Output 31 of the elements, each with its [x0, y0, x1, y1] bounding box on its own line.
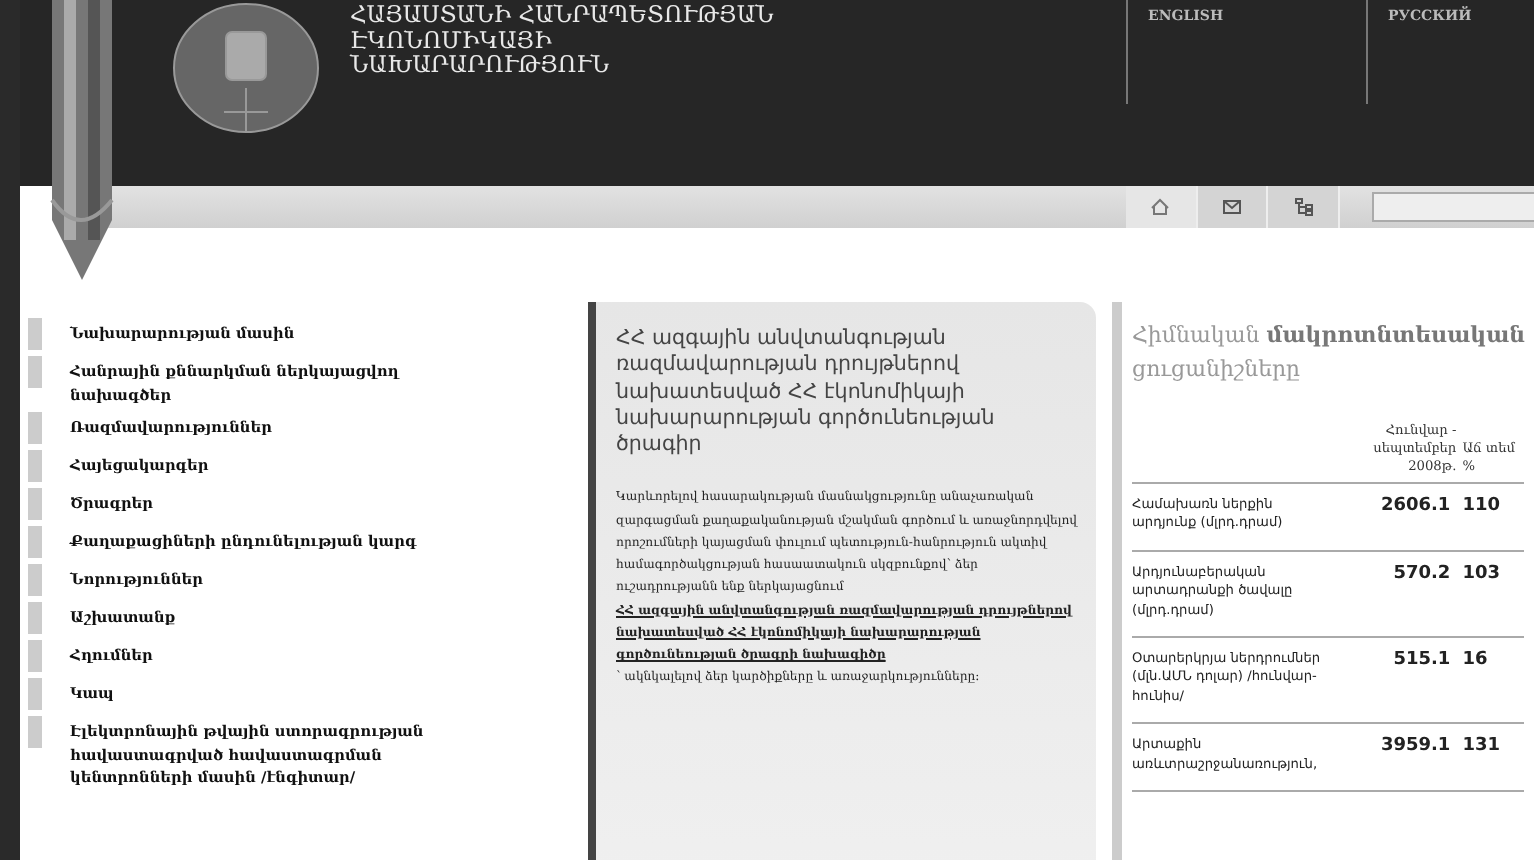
home-icon — [1150, 198, 1171, 216]
growth-value: 131 — [1462, 723, 1524, 792]
indicator-value: 2606.1 — [1332, 483, 1463, 551]
menu-marker — [28, 564, 42, 596]
home-button[interactable] — [1126, 186, 1198, 228]
menu-marker — [28, 450, 42, 482]
sitemap-icon — [1293, 198, 1314, 216]
ministry-title: ՆԱԽԱՐԱՐՈՒԹՅՈՒՆ — [350, 52, 611, 77]
program-title: ՀՀ ազգային անվտանգության ռազմավարության դրույթներով նախատեսված ՀՀ էկոնոմիկայի նախարարության գործունեության ծրագիր — [616, 326, 997, 459]
menu-marker — [28, 318, 42, 350]
search-field[interactable] — [1372, 192, 1534, 222]
mail-button[interactable] — [1197, 186, 1269, 228]
menu-marker — [28, 412, 42, 444]
menu-marker — [28, 356, 42, 388]
envelope-icon — [1222, 198, 1242, 216]
growth-value: 110 — [1462, 483, 1524, 551]
menu-marker — [28, 640, 42, 672]
indicator-value: 515.1 — [1332, 637, 1463, 724]
indicator-value: 570.2 — [1332, 550, 1463, 638]
menu-marker — [28, 526, 42, 558]
ministry-title: ԷԿՈՆՈՄԻԿԱՅԻ — [350, 27, 554, 52]
sitemap-button[interactable] — [1268, 186, 1341, 228]
growth-value: 16 — [1462, 637, 1524, 724]
menu-marker — [28, 602, 42, 634]
indicators-title: Հիմնական մակրոտնտեսական ցուցանիշները — [1132, 320, 1528, 386]
menu-marker — [28, 716, 42, 748]
menu-marker — [28, 488, 42, 520]
menu-marker — [28, 678, 42, 710]
growth-value: 103 — [1462, 550, 1524, 638]
indicator-value: 3959.1 — [1332, 723, 1463, 792]
ministry-title: ՀԱՅԱՍՏԱՆԻ ՀԱՆՐԱՊԵՏՈՒԹՅԱՆ — [350, 2, 774, 27]
